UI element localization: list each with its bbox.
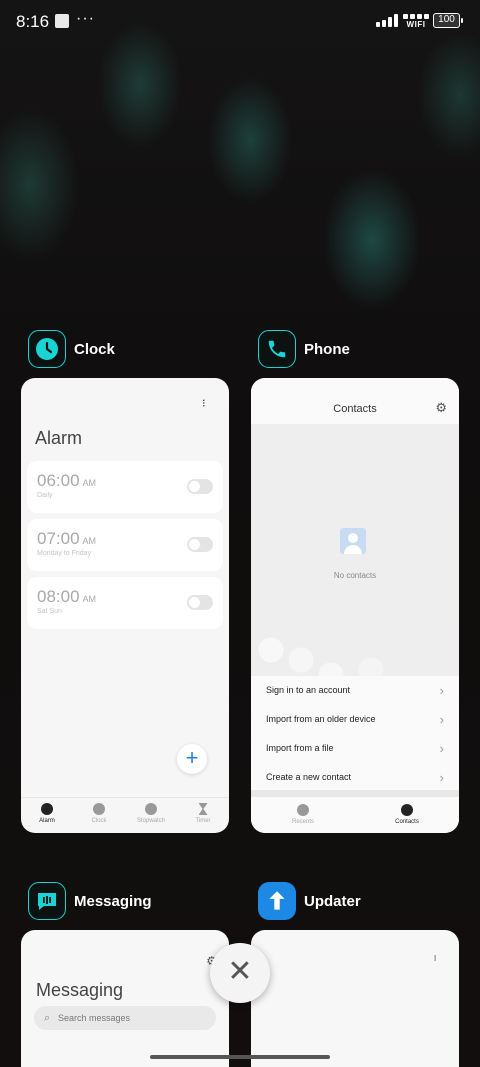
action-create-contact: Create a new contact [251, 763, 459, 792]
alarm-period: AM [82, 536, 97, 546]
status-time: 8:16 [16, 12, 50, 31]
alarm-time: 06:00 [37, 471, 80, 490]
nav-recents: Recents [251, 797, 355, 833]
more-options-icon: ··· [429, 954, 443, 960]
network-label: WIFI [406, 20, 426, 29]
wifi-icon: WIFI [403, 13, 429, 29]
updater-icon[interactable] [258, 882, 296, 920]
nav-label: Stopwatch [136, 818, 166, 824]
app-header-updater[interactable]: Updater [258, 882, 361, 920]
empty-state: No contacts [251, 424, 459, 722]
recent-card-updater[interactable]: ··· [251, 930, 459, 1067]
phone-icon[interactable] [258, 330, 296, 368]
action-import-file: Import from a file [251, 734, 459, 763]
alarm-toggle [187, 537, 213, 552]
stopwatch-icon [145, 803, 157, 815]
nav-clock: Clock [73, 798, 125, 833]
nav-label: Timer [195, 818, 211, 824]
nav-label: Alarm [39, 818, 55, 824]
app-header-messaging[interactable]: Messaging [28, 882, 152, 920]
recent-card-clock[interactable]: ··· Alarm 06:00 AM Daily 07:00 AM Monday t… [21, 378, 229, 833]
status-bar: 8:16 ··· WIFI 100 [0, 0, 480, 44]
home-indicator[interactable] [150, 1055, 330, 1059]
alarm-repeat: Sat Sun [37, 608, 62, 615]
alarm-time: 08:00 [37, 587, 80, 606]
message-icon[interactable] [28, 882, 66, 920]
alarm-repeat: Daily [37, 492, 53, 499]
alarm-icon [41, 803, 53, 815]
person-icon [401, 804, 413, 816]
action-import-device: Import from an older device [251, 705, 459, 734]
more-notifications-icon: ··· [76, 10, 95, 27]
bottom-navigation: Alarm Clock Stopwatch Timer [21, 797, 229, 833]
alarm-period: AM [82, 594, 97, 604]
app-name: Clock [74, 340, 115, 358]
bottom-navigation: Recents Contacts [251, 797, 459, 833]
contacts-actions: Sign in to an account Import from an old… [251, 676, 459, 792]
empty-message: No contacts [333, 571, 377, 580]
nav-label: Clock [91, 818, 107, 824]
alarm-toggle [187, 595, 213, 610]
clock-icon[interactable] [28, 330, 66, 368]
gear-icon: ⚙ [435, 400, 447, 415]
more-options-icon: ··· [197, 398, 213, 406]
alarm-repeat: Monday to Friday [37, 550, 92, 557]
signal-icon [376, 14, 398, 27]
notification-icon [55, 14, 69, 28]
nav-stopwatch: Stopwatch [125, 798, 177, 833]
action-sign-in: Sign in to an account [251, 676, 459, 705]
recent-card-phone[interactable]: Contacts ⚙ No contacts Sign in to an acc… [251, 378, 459, 833]
nav-label: Recents [291, 819, 314, 825]
app-header-clock[interactable]: Clock [28, 330, 115, 368]
battery-icon: 100 [433, 13, 463, 28]
app-name: Updater [304, 892, 361, 910]
page-title: Contacts [333, 403, 377, 415]
clock-icon [93, 803, 105, 815]
phone-icon [297, 804, 309, 816]
alarm-time: 07:00 [37, 529, 80, 548]
app-name: Messaging [74, 892, 152, 910]
page-title: Messaging [36, 980, 124, 1000]
search-input: Search messages [34, 1006, 216, 1030]
clear-all-button[interactable]: ✕ [210, 943, 270, 1003]
nav-alarm: Alarm [21, 798, 73, 833]
alarm-toggle [187, 479, 213, 494]
nav-label: Contacts [395, 819, 419, 825]
nav-timer: Timer [177, 798, 229, 833]
alarm-item: 06:00 AM Daily [27, 461, 223, 513]
nav-contacts: Contacts [355, 797, 459, 833]
recent-card-messaging[interactable]: ⚙ Messaging Search messages [21, 930, 229, 1067]
hourglass-icon [198, 803, 208, 815]
divider [251, 790, 459, 797]
page-title: Alarm [35, 428, 83, 448]
alarm-period: AM [82, 478, 97, 488]
alarm-item: 08:00 AM Sat Sun [27, 577, 223, 629]
alarm-item: 07:00 AM Monday to Friday [27, 519, 223, 571]
contacts-header: Contacts ⚙ [251, 378, 459, 424]
contact-placeholder-icon [340, 528, 366, 554]
add-alarm-button: + [177, 744, 207, 774]
app-name: Phone [304, 340, 350, 358]
app-header-phone[interactable]: Phone [258, 330, 350, 368]
